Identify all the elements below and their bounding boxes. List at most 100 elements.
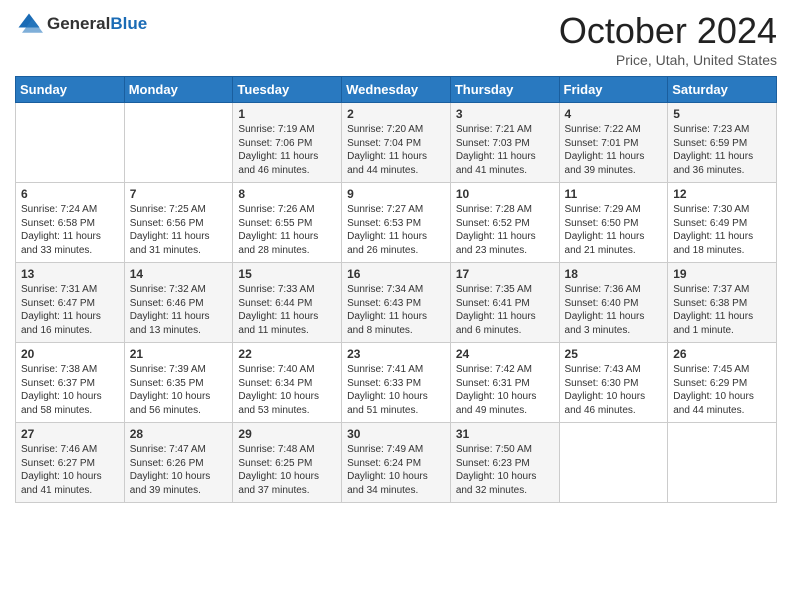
calendar-week-3: 13Sunrise: 7:31 AMSunset: 6:47 PMDayligh… xyxy=(16,263,777,343)
sunset-text: Sunset: 7:06 PM xyxy=(238,137,336,151)
calendar-page: GeneralBlue October 2024 Price, Utah, Un… xyxy=(0,0,792,518)
table-row xyxy=(668,423,777,503)
logo: GeneralBlue xyxy=(15,10,147,38)
sunset-text: Sunset: 7:03 PM xyxy=(456,137,554,151)
table-row: 18Sunrise: 7:36 AMSunset: 6:40 PMDayligh… xyxy=(559,263,668,343)
table-row: 16Sunrise: 7:34 AMSunset: 6:43 PMDayligh… xyxy=(342,263,451,343)
col-thursday: Thursday xyxy=(450,77,559,103)
sunset-text: Sunset: 6:50 PM xyxy=(565,217,663,231)
daylight-text: Daylight: 10 hours and 39 minutes. xyxy=(130,470,228,497)
daylight-text: Daylight: 11 hours and 11 minutes. xyxy=(238,310,336,337)
sunset-text: Sunset: 6:37 PM xyxy=(21,377,119,391)
table-row: 15 Sunrise: 7:33 AMSunset: 6:44 PMDayligh… xyxy=(233,263,342,343)
col-monday: Monday xyxy=(124,77,233,103)
sunset-text: Sunset: 6:40 PM xyxy=(565,297,663,311)
sunset-text: Sunset: 6:52 PM xyxy=(456,217,554,231)
cell-content: Sunrise: 7:47 AMSunset: 6:26 PMDaylight:… xyxy=(130,443,228,497)
sunset-text: Sunset: 6:53 PM xyxy=(347,217,445,231)
table-row xyxy=(16,103,125,183)
daylight-text: Daylight: 11 hours and 8 minutes. xyxy=(347,310,445,337)
sunrise-text: Sunrise: 7:24 AM xyxy=(21,203,119,217)
sunrise-text: Sunrise: 7:31 AM xyxy=(21,283,119,297)
sunset-text: Sunset: 6:33 PM xyxy=(347,377,445,391)
sunrise-text: Sunrise: 7:30 AM xyxy=(673,203,771,217)
sunrise-text: Sunrise: 7:20 AM xyxy=(347,123,445,137)
daylight-text: Daylight: 11 hours and 26 minutes. xyxy=(347,230,445,257)
sunset-text: Sunset: 6:34 PM xyxy=(238,377,336,391)
table-row: 7Sunrise: 7:25 AMSunset: 6:56 PMDaylight… xyxy=(124,183,233,263)
daylight-text: Daylight: 11 hours and 46 minutes. xyxy=(238,150,336,177)
sunset-text: Sunset: 6:47 PM xyxy=(21,297,119,311)
table-row: 5 Sunrise: 7:23 AMSunset: 6:59 PMDaylight… xyxy=(668,103,777,183)
table-row: 2Sunrise: 7:20 AMSunset: 7:04 PMDaylight… xyxy=(342,103,451,183)
col-wednesday: Wednesday xyxy=(342,77,451,103)
cell-content: Sunrise: 7:31 AMSunset: 6:47 PMDaylight:… xyxy=(21,283,119,337)
daylight-text: Daylight: 11 hours and 13 minutes. xyxy=(130,310,228,337)
calendar-week-2: 6Sunrise: 7:24 AMSunset: 6:58 PMDaylight… xyxy=(16,183,777,263)
calendar-week-5: 27Sunrise: 7:46 AMSunset: 6:27 PMDayligh… xyxy=(16,423,777,503)
daylight-text: Daylight: 11 hours and 39 minutes. xyxy=(565,150,663,177)
sunrise-text: Sunrise: 7:45 AM xyxy=(673,363,771,377)
cell-content: Sunrise: 7:29 AMSunset: 6:50 PMDaylight:… xyxy=(565,203,663,257)
cell-content: Sunrise: 7:21 AMSunset: 7:03 PMDaylight:… xyxy=(456,123,554,177)
cell-content: Sunrise: 7:36 AMSunset: 6:40 PMDaylight:… xyxy=(565,283,663,337)
calendar-week-1: 1Sunrise: 7:19 AMSunset: 7:06 PMDaylight… xyxy=(16,103,777,183)
cell-content: Sunrise: 7:46 AMSunset: 6:27 PMDaylight:… xyxy=(21,443,119,497)
cell-content: Sunrise: 7:24 AMSunset: 6:58 PMDaylight:… xyxy=(21,203,119,257)
title-area: October 2024 Price, Utah, United States xyxy=(559,10,777,68)
sunrise-text: Sunrise: 7:43 AM xyxy=(565,363,663,377)
day-number: 7 xyxy=(130,187,228,201)
table-row: 13Sunrise: 7:31 AMSunset: 6:47 PMDayligh… xyxy=(16,263,125,343)
day-number: 11 xyxy=(565,187,663,201)
cell-content: Sunrise: 7:50 AMSunset: 6:23 PMDaylight:… xyxy=(456,443,554,497)
table-row: 24Sunrise: 7:42 AMSunset: 6:31 PMDayligh… xyxy=(450,343,559,423)
day-number: 5 xyxy=(673,107,771,121)
cell-content: Sunrise: 7:20 AMSunset: 7:04 PMDaylight:… xyxy=(347,123,445,177)
cell-content: Sunrise: 7:27 AMSunset: 6:53 PMDaylight:… xyxy=(347,203,445,257)
daylight-text: Daylight: 10 hours and 34 minutes. xyxy=(347,470,445,497)
sunset-text: Sunset: 6:27 PM xyxy=(21,457,119,471)
sunset-text: Sunset: 6:23 PM xyxy=(456,457,554,471)
daylight-text: Daylight: 11 hours and 6 minutes. xyxy=(456,310,554,337)
table-row: 3 Sunrise: 7:21 AMSunset: 7:03 PMDaylight… xyxy=(450,103,559,183)
table-row: 31Sunrise: 7:50 AMSunset: 6:23 PMDayligh… xyxy=(450,423,559,503)
cell-content: Sunrise: 7:28 AMSunset: 6:52 PMDaylight:… xyxy=(456,203,554,257)
table-row: 17Sunrise: 7:35 AMSunset: 6:41 PMDayligh… xyxy=(450,263,559,343)
table-row: 4Sunrise: 7:22 AMSunset: 7:01 PMDaylight… xyxy=(559,103,668,183)
daylight-text: Daylight: 11 hours and 33 minutes. xyxy=(21,230,119,257)
daylight-text: Daylight: 11 hours and 23 minutes. xyxy=(456,230,554,257)
table-row: 11 Sunrise: 7:29 AMSunset: 6:50 PMDayligh… xyxy=(559,183,668,263)
day-number: 21 xyxy=(130,347,228,361)
table-row: 9Sunrise: 7:27 AMSunset: 6:53 PMDaylight… xyxy=(342,183,451,263)
sunrise-text: Sunrise: 7:38 AM xyxy=(21,363,119,377)
table-row: 26 Sunrise: 7:45 AMSunset: 6:29 PMDayligh… xyxy=(668,343,777,423)
table-row xyxy=(559,423,668,503)
cell-content: Sunrise: 7:48 AMSunset: 6:25 PMDaylight:… xyxy=(238,443,336,497)
cell-content: Sunrise: 7:33 AMSunset: 6:44 PMDaylight:… xyxy=(238,283,336,337)
sunrise-text: Sunrise: 7:48 AM xyxy=(238,443,336,457)
col-saturday: Saturday xyxy=(668,77,777,103)
table-row xyxy=(124,103,233,183)
cell-content: Sunrise: 7:39 AMSunset: 6:35 PMDaylight:… xyxy=(130,363,228,417)
daylight-text: Daylight: 10 hours and 41 minutes. xyxy=(21,470,119,497)
table-row: 27Sunrise: 7:46 AMSunset: 6:27 PMDayligh… xyxy=(16,423,125,503)
day-number: 8 xyxy=(238,187,336,201)
sunrise-text: Sunrise: 7:50 AM xyxy=(456,443,554,457)
cell-content: Sunrise: 7:40 AMSunset: 6:34 PMDaylight:… xyxy=(238,363,336,417)
daylight-text: Daylight: 10 hours and 37 minutes. xyxy=(238,470,336,497)
day-number: 3 xyxy=(456,107,554,121)
table-row: 28Sunrise: 7:47 AMSunset: 6:26 PMDayligh… xyxy=(124,423,233,503)
sunrise-text: Sunrise: 7:37 AM xyxy=(673,283,771,297)
day-number: 16 xyxy=(347,267,445,281)
day-number: 15 xyxy=(238,267,336,281)
table-row: 21 Sunrise: 7:39 AMSunset: 6:35 PMDayligh… xyxy=(124,343,233,423)
cell-content: Sunrise: 7:45 AMSunset: 6:29 PMDaylight:… xyxy=(673,363,771,417)
table-row: 14Sunrise: 7:32 AMSunset: 6:46 PMDayligh… xyxy=(124,263,233,343)
table-row: 1Sunrise: 7:19 AMSunset: 7:06 PMDaylight… xyxy=(233,103,342,183)
day-number: 26 xyxy=(673,347,771,361)
table-row: 29Sunrise: 7:48 AMSunset: 6:25 PMDayligh… xyxy=(233,423,342,503)
cell-content: Sunrise: 7:38 AMSunset: 6:37 PMDaylight:… xyxy=(21,363,119,417)
sunrise-text: Sunrise: 7:29 AM xyxy=(565,203,663,217)
cell-content: Sunrise: 7:23 AMSunset: 6:59 PMDaylight:… xyxy=(673,123,771,177)
table-row: 8Sunrise: 7:26 AMSunset: 6:55 PMDaylight… xyxy=(233,183,342,263)
